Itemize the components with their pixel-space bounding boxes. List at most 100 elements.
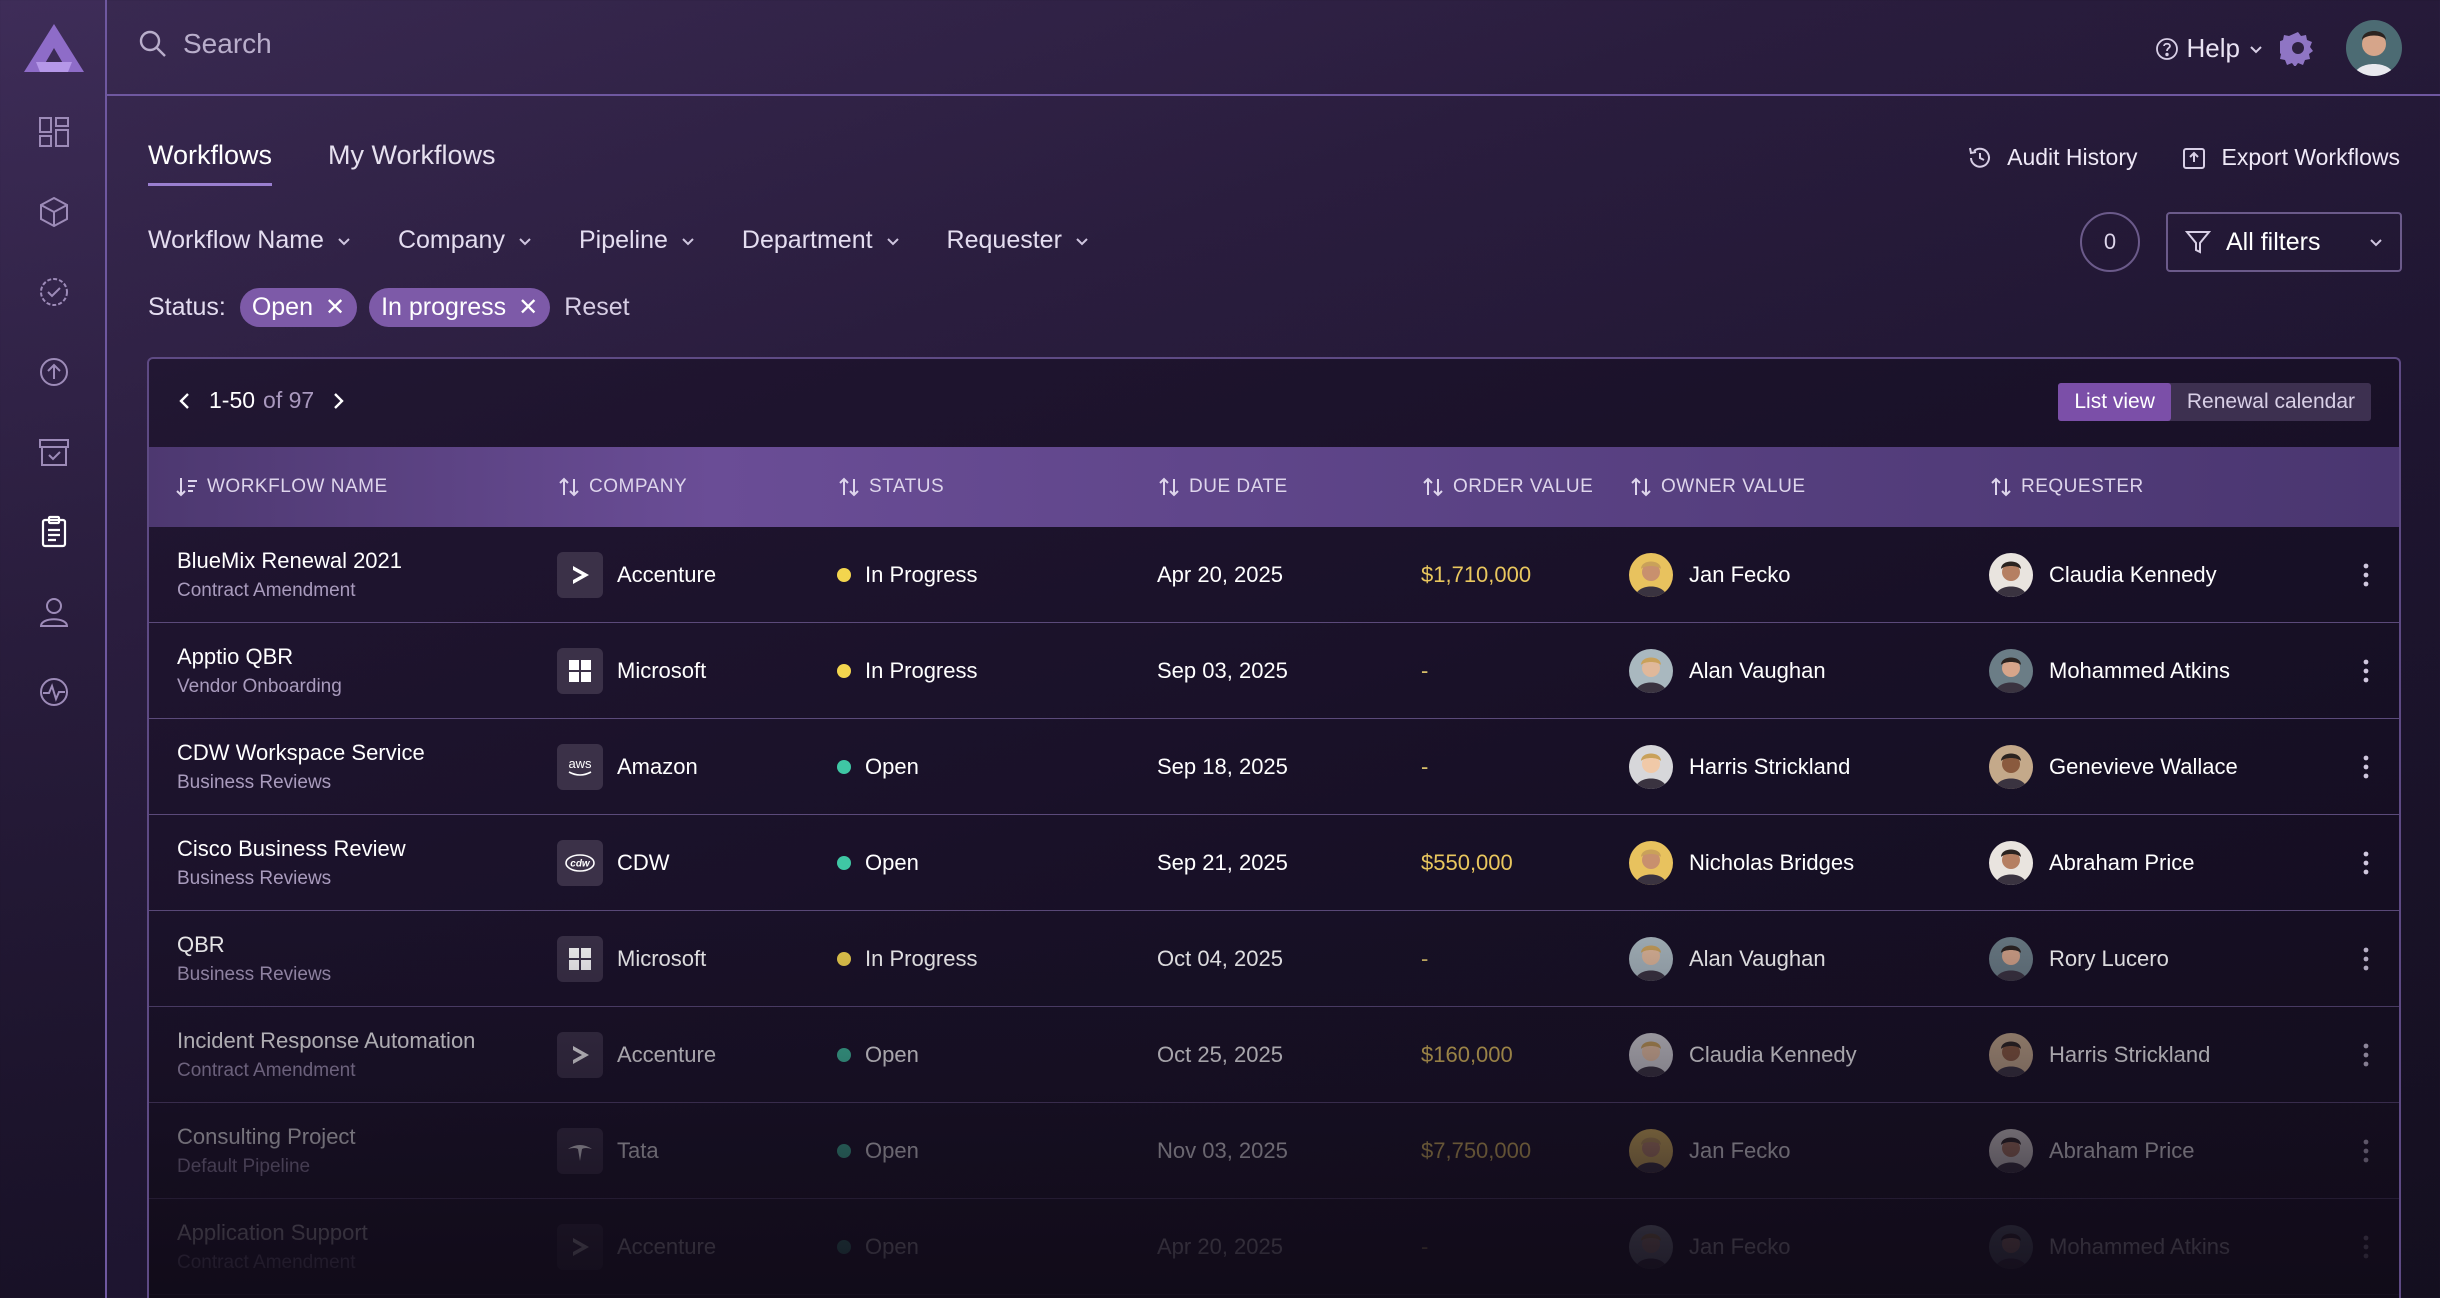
workflow-name[interactable]: Cisco Business Review xyxy=(177,836,406,862)
owner-cell[interactable]: Jan Fecko xyxy=(1629,527,1791,623)
requester-cell[interactable]: Harris Strickland xyxy=(1989,1007,2210,1103)
filter-department[interactable]: Department xyxy=(742,226,901,255)
workflow-name[interactable]: Incident Response Automation xyxy=(177,1028,475,1054)
owner-cell[interactable]: Jan Fecko xyxy=(1629,1103,1791,1199)
active-filter-count[interactable]: 0 xyxy=(2080,212,2140,272)
archive-check-icon[interactable] xyxy=(34,432,74,472)
requester-cell[interactable]: Mohammed Atkins xyxy=(1989,623,2230,719)
company-cell: Accenture xyxy=(557,1007,716,1103)
column-requester[interactable]: REQUESTER xyxy=(1989,475,2144,499)
clipboard-icon[interactable] xyxy=(34,512,74,552)
help-menu[interactable]: Help xyxy=(2155,33,2264,64)
more-options-icon[interactable] xyxy=(2361,1233,2371,1261)
requester-cell[interactable]: Genevieve Wallace xyxy=(1989,719,2238,815)
table-row[interactable]: Consulting Project Default Pipeline Tata Op… xyxy=(149,1103,2399,1199)
chevron-down-icon xyxy=(338,237,350,245)
workflow-cell[interactable]: Incident Response Automation Contract Ame… xyxy=(177,1007,475,1103)
due-date: Sep 03, 2025 xyxy=(1157,658,1288,683)
owner-cell[interactable]: Alan Vaughan xyxy=(1629,623,1826,719)
requester-name: Genevieve Wallace xyxy=(2049,754,2238,779)
list-view-button[interactable]: List view xyxy=(2058,383,2171,421)
filter-label: Pipeline xyxy=(578,226,668,254)
owner-cell[interactable]: Nicholas Bridges xyxy=(1629,815,1854,911)
requester-cell[interactable]: Claudia Kennedy xyxy=(1989,527,2217,623)
more-options-icon[interactable] xyxy=(2361,849,2371,877)
column-company[interactable]: COMPANY xyxy=(557,475,687,499)
workflow-name[interactable]: Application Support xyxy=(177,1220,368,1246)
more-options-icon[interactable] xyxy=(2361,753,2371,781)
workflow-cell[interactable]: CDW Workspace Service Business Reviews xyxy=(177,719,425,815)
workflow-cell[interactable]: Apptio QBR Vendor Onboarding xyxy=(177,623,342,719)
app-logo-icon[interactable] xyxy=(22,22,86,74)
more-options-icon[interactable] xyxy=(2361,657,2371,685)
requester-cell[interactable]: Abraham Price xyxy=(1989,1103,2195,1199)
workflow-name[interactable]: CDW Workspace Service xyxy=(177,740,425,766)
close-icon[interactable]: ✕ xyxy=(325,295,345,320)
owner-cell[interactable]: Harris Strickland xyxy=(1629,719,1850,815)
table-row[interactable]: Cisco Business Review Business Reviews cdw… xyxy=(149,815,2399,911)
table-row[interactable]: QBR Business Reviews Microsoft In Progress O… xyxy=(149,911,2399,1007)
more-options-icon[interactable] xyxy=(2361,945,2371,973)
activity-icon[interactable] xyxy=(34,672,74,712)
workflow-name[interactable]: Apptio QBR xyxy=(177,644,293,670)
workflow-name[interactable]: QBR xyxy=(177,932,225,958)
owner-cell[interactable]: Alan Vaughan xyxy=(1629,911,1826,1007)
user-icon[interactable] xyxy=(34,592,74,632)
workflow-cell[interactable]: BlueMix Renewal 2021 Contract Amendment xyxy=(177,527,402,623)
upload-circle-icon[interactable] xyxy=(34,352,74,392)
table-row[interactable]: CDW Workspace Service Business Reviews aws… xyxy=(149,719,2399,815)
tab-workflows[interactable]: Workflows xyxy=(148,140,273,186)
order-value: - xyxy=(1421,658,1429,683)
workflow-cell[interactable]: Consulting Project Default Pipeline xyxy=(177,1103,356,1199)
close-icon[interactable]: ✕ xyxy=(518,295,538,320)
filter-requester[interactable]: Requester xyxy=(947,226,1090,255)
owner-cell[interactable]: Claudia Kennedy xyxy=(1629,1007,1857,1103)
filter-pipeline[interactable]: Pipeline xyxy=(579,226,696,255)
accenture-icon xyxy=(557,552,603,598)
filter-company[interactable]: Company xyxy=(398,226,533,255)
requester-cell[interactable]: Rory Lucero xyxy=(1989,911,2169,1007)
table-row[interactable]: Apptio QBR Vendor Onboarding Microsoft In P… xyxy=(149,623,2399,719)
table-row[interactable]: BlueMix Renewal 2021 Contract Amendment Ac… xyxy=(149,527,2399,623)
workflow-cell[interactable]: Cisco Business Review Business Reviews xyxy=(177,815,406,911)
export-workflows-button[interactable]: Export Workflows xyxy=(2181,144,2400,171)
owner-cell[interactable]: Jan Fecko xyxy=(1629,1199,1791,1295)
column-due-date[interactable]: DUE DATE xyxy=(1157,475,1288,499)
filter-label: Requester xyxy=(946,226,1062,254)
search-input[interactable] xyxy=(183,28,783,60)
filter-workflow-name[interactable]: Workflow Name xyxy=(148,226,352,255)
workflow-name[interactable]: Consulting Project xyxy=(177,1124,356,1150)
status-chip-in-progress[interactable]: In progress ✕ xyxy=(369,288,551,327)
column-order-value[interactable]: ORDER VALUE xyxy=(1421,475,1593,499)
column-workflow-name[interactable]: WORKFLOW NAME xyxy=(175,475,388,499)
user-avatar[interactable] xyxy=(2346,20,2402,76)
prev-page-button[interactable] xyxy=(175,391,195,411)
gear-icon[interactable] xyxy=(2280,30,2316,66)
status-chip-open[interactable]: Open ✕ xyxy=(239,288,358,327)
table-row[interactable]: Application Support Contract Amendment Acc… xyxy=(149,1199,2399,1295)
check-badge-icon[interactable] xyxy=(34,272,74,312)
due-date-cell: Apr 20, 2025 xyxy=(1157,1199,1283,1295)
table-row[interactable]: Incident Response Automation Contract Ame… xyxy=(149,1007,2399,1103)
next-page-button[interactable] xyxy=(328,391,348,411)
more-options-icon[interactable] xyxy=(2361,1137,2371,1165)
more-options-icon[interactable] xyxy=(2361,561,2371,589)
sort-icon xyxy=(559,477,579,497)
all-filters-dropdown[interactable]: All filters xyxy=(2166,212,2402,272)
requester-cell[interactable]: Abraham Price xyxy=(1989,815,2195,911)
column-owner-value[interactable]: OWNER VALUE xyxy=(1629,475,1806,499)
company-cell: Microsoft xyxy=(557,623,706,719)
reset-filters-button[interactable]: Reset xyxy=(564,293,629,322)
more-options-icon[interactable] xyxy=(2361,1041,2371,1069)
dashboard-icon[interactable] xyxy=(34,112,74,152)
workflow-cell[interactable]: QBR Business Reviews xyxy=(177,911,331,1007)
workflow-name[interactable]: BlueMix Renewal 2021 xyxy=(177,548,402,574)
order-value: - xyxy=(1421,754,1429,779)
requester-cell[interactable]: Mohammed Atkins xyxy=(1989,1199,2230,1295)
audit-history-button[interactable]: Audit History xyxy=(1967,144,2137,171)
renewal-calendar-button[interactable]: Renewal calendar xyxy=(2171,383,2371,421)
workflow-cell[interactable]: Application Support Contract Amendment xyxy=(177,1199,368,1295)
column-status[interactable]: STATUS xyxy=(837,475,944,499)
cube-icon[interactable] xyxy=(34,192,74,232)
tab-my-workflows[interactable]: My Workflows xyxy=(328,140,496,186)
